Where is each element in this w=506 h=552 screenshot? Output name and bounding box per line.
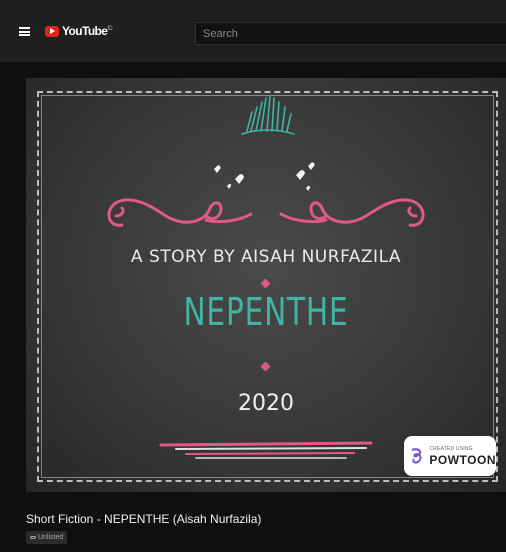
search-input[interactable]: Search xyxy=(195,22,506,45)
video-title: Short Fiction - NEPENTHE (Aisah Nurfazil… xyxy=(26,512,262,526)
byline-text: A STORY BY AISAH NURFAZILA xyxy=(130,247,402,267)
powtoon-logo-icon xyxy=(411,448,422,464)
watermark-brand: POWTOON xyxy=(429,452,496,467)
video-player[interactable]: A STORY BY AISAH NURFAZILA NEPENTHE 2020… xyxy=(26,78,506,492)
youtube-play-icon xyxy=(45,25,59,37)
chalk-decorations xyxy=(107,95,425,459)
diamond-bottom-icon xyxy=(260,361,271,372)
flourish-left-icon xyxy=(107,198,253,227)
diamond-top-icon xyxy=(260,278,271,289)
unlisted-badge: Unlisted xyxy=(26,531,68,544)
top-bar: YouTubeID Search xyxy=(0,0,506,62)
year-text: 2020 xyxy=(238,391,294,416)
flourish-right-icon xyxy=(279,198,425,227)
title-card-text: NEPENTHE xyxy=(183,290,349,334)
link-icon xyxy=(30,536,36,539)
youtube-logo[interactable]: YouTubeID xyxy=(45,24,113,38)
watermark-caption: CREATED USING xyxy=(429,445,473,452)
hearts-icon xyxy=(214,162,315,191)
logo-text: YouTubeID xyxy=(62,24,113,38)
powtoon-watermark[interactable]: CREATED USING POWTOON xyxy=(404,436,496,476)
badge-label: Unlisted xyxy=(38,534,64,541)
sunburst-icon xyxy=(241,95,295,135)
hamburger-menu-icon[interactable] xyxy=(19,27,30,36)
stripes-icon xyxy=(159,441,373,459)
